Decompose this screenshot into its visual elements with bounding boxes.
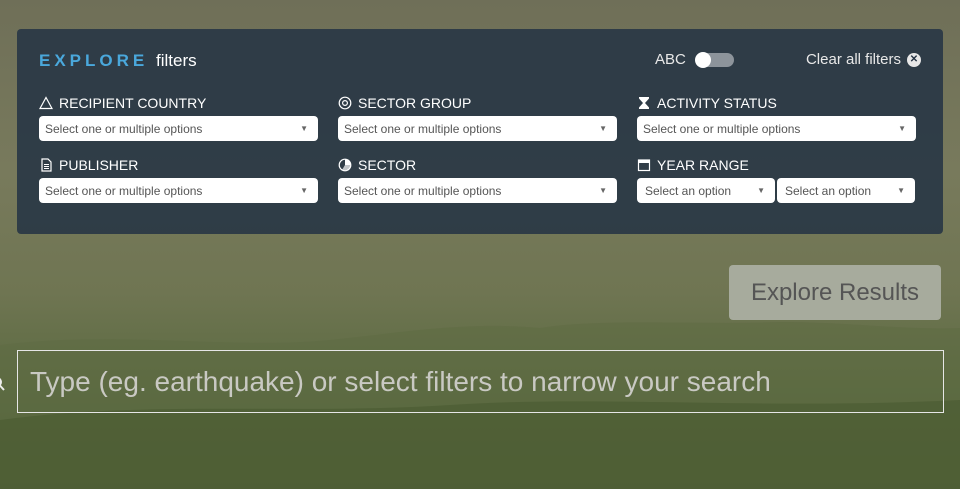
year-end-select[interactable]: Select an option ▼ [777,178,915,203]
filter-sector: SECTOR Select one or multiple options ▼ [338,156,617,203]
filter-label: SECTOR GROUP [358,95,472,111]
search-input[interactable]: Type (eg. earthquake) or select filters … [17,350,944,413]
year-start-select[interactable]: Select an option ▼ [637,178,775,203]
search-icon [0,378,5,391]
explore-results-button[interactable]: Explore Results [729,265,941,320]
caret-down-icon: ▼ [300,186,308,195]
clear-all-label: Clear all filters [805,51,901,68]
document-icon [39,158,53,172]
triangle-icon [39,96,53,110]
target-icon [338,96,352,110]
sector-group-select[interactable]: Select one or multiple options ▼ [338,116,617,141]
close-icon: ✕ [907,52,921,67]
filter-label: ACTIVITY STATUS [657,95,777,111]
filter-year-range: YEAR RANGE Select an option ▼ Select an … [637,156,916,203]
select-placeholder: Select an option [785,183,872,198]
select-placeholder: Select an option [645,183,732,198]
filter-panel: EXPLORE filters ABC Clear all filters ✕ … [17,29,943,234]
select-placeholder: Select one or multiple options [45,183,203,198]
pie-chart-icon [338,158,352,172]
caret-down-icon: ▼ [757,186,765,195]
search-placeholder: Type (eg. earthquake) or select filters … [30,365,771,397]
toggle-knob [694,51,711,68]
select-placeholder: Select one or multiple options [344,183,502,198]
filter-activity-status: ACTIVITY STATUS Select one or multiple o… [637,94,916,141]
toggle-label: ABC [655,51,686,68]
filter-label: PUBLISHER [59,157,139,173]
caret-down-icon: ▼ [898,124,906,133]
select-placeholder: Select one or multiple options [45,121,203,136]
panel-title: EXPLORE filters [39,51,197,71]
panel-title-filters: filters [155,51,197,70]
sector-select[interactable]: Select one or multiple options ▼ [338,178,617,203]
filter-label: SECTOR [358,157,417,173]
calendar-icon [637,158,651,172]
abc-toggle-group: ABC [655,51,734,68]
abc-toggle[interactable] [694,51,734,68]
caret-down-icon: ▼ [300,124,308,133]
year-range-selects: Select an option ▼ Select an option ▼ [637,178,916,203]
filter-label: YEAR RANGE [657,157,749,173]
clear-all-filters-button[interactable]: Clear all filters ✕ [806,51,921,68]
caret-down-icon: ▼ [599,186,607,195]
filter-recipient-country: RECIPIENT COUNTRY Select one or multiple… [39,94,318,141]
filter-sector-group: SECTOR GROUP Select one or multiple opti… [338,94,617,141]
caret-down-icon: ▼ [897,186,905,195]
hourglass-icon [637,96,651,110]
caret-down-icon: ▼ [599,124,607,133]
filter-label: RECIPIENT COUNTRY [59,95,207,111]
select-placeholder: Select one or multiple options [643,121,801,136]
select-placeholder: Select one or multiple options [344,121,502,136]
activity-status-select[interactable]: Select one or multiple options ▼ [637,116,916,141]
recipient-country-select[interactable]: Select one or multiple options ▼ [39,116,318,141]
panel-title-explore: EXPLORE [39,51,149,70]
publisher-select[interactable]: Select one or multiple options ▼ [39,178,318,203]
filter-publisher: PUBLISHER Select one or multiple options… [39,156,318,203]
